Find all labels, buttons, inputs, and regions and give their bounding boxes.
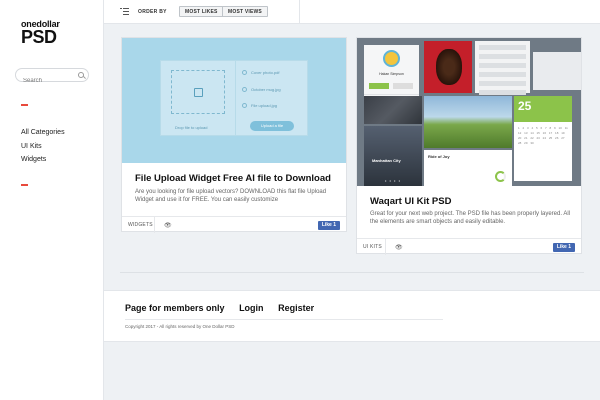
post-footer: WIDGETS 👁 Like 1 bbox=[122, 216, 346, 233]
views-icon: 👁 bbox=[395, 245, 403, 251]
list-view-icon[interactable] bbox=[120, 8, 129, 15]
content-divider bbox=[120, 272, 584, 273]
most-likes-button[interactable]: MOST LIKES bbox=[179, 6, 224, 17]
check-icon bbox=[242, 103, 247, 109]
city-card-preview: Manhattan City • • • • bbox=[364, 126, 422, 186]
category-ui-kits[interactable]: UI Kits bbox=[21, 140, 65, 154]
post-footer: UI KITS 👁 Like 1 bbox=[357, 238, 581, 255]
logo-line2: PSD bbox=[21, 27, 57, 47]
category-list: All Categories UI Kits Widgets bbox=[21, 126, 65, 167]
list-widget-preview bbox=[475, 41, 530, 95]
accent-dash bbox=[21, 184, 28, 186]
post-title[interactable]: Waqart UI Kit PSD bbox=[370, 196, 451, 207]
post-thumbnail[interactable]: Drop file to upload Cover photo.pdf Octo… bbox=[122, 38, 346, 163]
file-row: October mug.jpg bbox=[242, 87, 281, 93]
facebook-like-button[interactable]: Like 1 bbox=[317, 221, 340, 230]
upload-icon bbox=[194, 88, 203, 97]
music-poster-preview bbox=[424, 41, 472, 93]
post-title[interactable]: File Upload Widget Free AI file to Downl… bbox=[135, 173, 331, 184]
upload-file-button-preview: Upload a file bbox=[250, 121, 294, 131]
pattern-preview bbox=[364, 96, 422, 124]
footer-nav: Page for members only Login Register bbox=[125, 303, 326, 313]
file-row: Cover photo.pdf bbox=[242, 70, 279, 76]
city-name: Manhattan City bbox=[372, 158, 401, 163]
site-logo[interactable]: onedollar PSD bbox=[21, 20, 60, 47]
footer-link-members[interactable]: Page for members only bbox=[125, 303, 225, 313]
check-icon bbox=[242, 70, 247, 76]
facebook-like-button[interactable]: Like 1 bbox=[552, 243, 575, 252]
most-views-button[interactable]: MOST VIEWS bbox=[222, 6, 268, 17]
accent-dash bbox=[21, 104, 28, 106]
post-category-tag[interactable]: UI KITS bbox=[363, 244, 382, 250]
file-row: File upload.jpg bbox=[242, 103, 277, 109]
category-all[interactable]: All Categories bbox=[21, 126, 65, 140]
footer-link-register[interactable]: Register bbox=[278, 303, 314, 313]
post-category-tag[interactable]: WIDGETS bbox=[128, 222, 153, 228]
post-card-file-upload: Drop file to upload Cover photo.pdf Octo… bbox=[121, 37, 347, 233]
sidebar: onedollar PSD All Categories UI Kits Wid… bbox=[0, 0, 104, 400]
post-description: Great for your next web project. The PSD… bbox=[370, 211, 570, 225]
category-widgets[interactable]: Widgets bbox=[21, 153, 65, 167]
profile-name: Hakan Simpson bbox=[379, 72, 404, 76]
order-by-label: ORDER BY bbox=[138, 9, 167, 15]
post-card-waqart: Hakan Simpson 25 1 2 3 4 5 6 7 8 9 10 11… bbox=[356, 37, 582, 255]
footer-divider bbox=[125, 319, 443, 320]
divider bbox=[299, 0, 300, 24]
views-icon: 👁 bbox=[164, 223, 172, 229]
landscape-preview bbox=[424, 96, 512, 148]
calendar-date: 25 bbox=[514, 96, 572, 122]
post-thumbnail[interactable]: Hakan Simpson 25 1 2 3 4 5 6 7 8 9 10 11… bbox=[357, 38, 581, 186]
site-footer: Page for members only Login Register Cop… bbox=[104, 290, 600, 342]
upload-widget-preview: Drop file to upload Cover photo.pdf Octo… bbox=[160, 60, 308, 136]
article-title: Ride of Joy bbox=[428, 154, 450, 159]
drop-label: Drop file to upload bbox=[175, 125, 208, 130]
check-icon bbox=[242, 87, 247, 93]
article-preview: Ride of Joy bbox=[424, 150, 512, 186]
drop-zone bbox=[171, 70, 225, 114]
avatar bbox=[383, 50, 400, 67]
search-icon[interactable] bbox=[78, 72, 84, 78]
copyright-text: Copyright 2017 - All rights reserved by … bbox=[125, 324, 235, 329]
top-bar: ORDER BY MOST LIKES MOST VIEWS bbox=[104, 0, 600, 24]
search-box bbox=[15, 68, 89, 87]
search-input[interactable] bbox=[16, 75, 74, 87]
small-widgets-preview bbox=[533, 52, 581, 90]
footer-link-login[interactable]: Login bbox=[239, 303, 264, 313]
post-description: Are you looking for file upload vectors?… bbox=[135, 189, 327, 203]
calendar-widget-preview: 25 1 2 3 4 5 6 7 8 9 10 11 12 13 14 15 1… bbox=[514, 96, 572, 181]
file-list: Cover photo.pdf October mug.jpg File upl… bbox=[235, 61, 307, 135]
